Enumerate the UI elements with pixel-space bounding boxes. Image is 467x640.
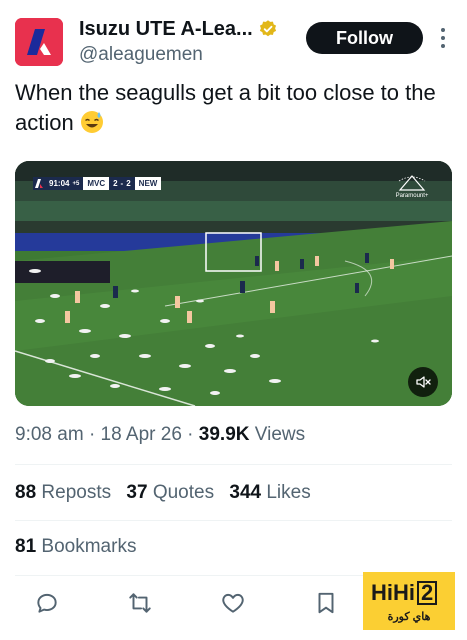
post-date[interactable]: 18 Apr 26 <box>101 424 182 445</box>
away-team: NEW <box>134 177 162 190</box>
scorebug: 91:04 +5 MVC 2 - 2 NEW <box>33 177 162 190</box>
bookmarks-stat[interactable]: 81 Bookmarks <box>15 536 136 558</box>
clock-text: 91:04 <box>49 179 70 188</box>
sweat-smile-emoji-icon <box>80 111 103 133</box>
display-name-text[interactable]: Isuzu UTE A-Lea... <box>79 16 253 42</box>
quotes-stat[interactable]: 37 Quotes <box>126 482 214 503</box>
account-names: Isuzu UTE A-Lea... @aleaguemen <box>79 16 278 68</box>
league-logo-icon <box>33 177 45 190</box>
likes-count[interactable]: 344 <box>229 482 261 503</box>
reply-icon[interactable] <box>34 590 60 616</box>
video-frame <box>15 161 452 406</box>
more-options-icon[interactable] <box>438 26 448 50</box>
video-player[interactable]: 91:04 +5 MVC 2 - 2 NEW Paramount+ <box>15 161 452 406</box>
mute-button[interactable] <box>408 367 438 397</box>
watermark-number: 2 <box>417 581 438 605</box>
added-time: +5 <box>72 180 80 187</box>
away-score: 2 <box>126 179 131 188</box>
views-label: Views <box>254 424 306 445</box>
muted-speaker-icon <box>416 376 431 388</box>
tweet-header: Isuzu UTE A-Lea... @aleaguemen Follow <box>15 14 455 74</box>
paramount-mountain-icon <box>398 175 426 191</box>
reposts-label[interactable]: Reposts <box>41 482 111 503</box>
post-time[interactable]: 9:08 am <box>15 424 84 445</box>
handle[interactable]: @aleaguemen <box>79 42 278 68</box>
home-team: MVC <box>83 177 110 190</box>
tweet-text: When the seagulls get a bit too close to… <box>15 78 455 138</box>
likes-label[interactable]: Likes <box>266 482 310 503</box>
divider <box>15 464 452 465</box>
avatar[interactable] <box>15 18 63 66</box>
views-count: 39.9K <box>198 424 250 445</box>
quotes-count[interactable]: 37 <box>126 482 147 503</box>
watermark-brand: HiHi <box>371 580 415 605</box>
watermark-text: HiHi 2 <box>371 580 438 606</box>
broadcaster-logo: Paramount+ <box>390 173 434 205</box>
bookmarks-label[interactable]: Bookmarks <box>41 536 136 557</box>
bookmark-icon[interactable] <box>313 590 339 616</box>
bookmarks-count[interactable]: 81 <box>15 536 36 557</box>
engagement-stats: 88 Reposts 37 Quotes 344 Likes <box>15 482 311 504</box>
tweet-text-content: When the seagulls get a bit too close to… <box>15 80 436 135</box>
watermark-logo: HiHi 2 هاي كورة <box>363 572 455 630</box>
repost-icon[interactable] <box>127 590 153 616</box>
follow-button[interactable]: Follow <box>306 22 423 54</box>
score: 2 - 2 <box>109 177 135 190</box>
like-icon[interactable] <box>220 590 246 616</box>
display-name[interactable]: Isuzu UTE A-Lea... <box>79 16 278 42</box>
tweet-meta: 9:08 am · 18 Apr 26 · 39.9K Views <box>15 424 306 445</box>
quotes-label[interactable]: Quotes <box>153 482 214 503</box>
divider <box>15 520 452 521</box>
verified-badge-icon <box>259 20 276 37</box>
match-clock: 91:04 +5 <box>45 177 84 190</box>
reposts-count[interactable]: 88 <box>15 482 36 503</box>
reposts-stat[interactable]: 88 Reposts <box>15 482 111 503</box>
a-league-logo <box>15 18 63 66</box>
broadcaster-name: Paramount+ <box>395 193 429 199</box>
home-score: 2 <box>113 179 118 188</box>
watermark-arabic: هاي كورة <box>387 611 431 623</box>
likes-stat[interactable]: 344 Likes <box>229 482 310 503</box>
